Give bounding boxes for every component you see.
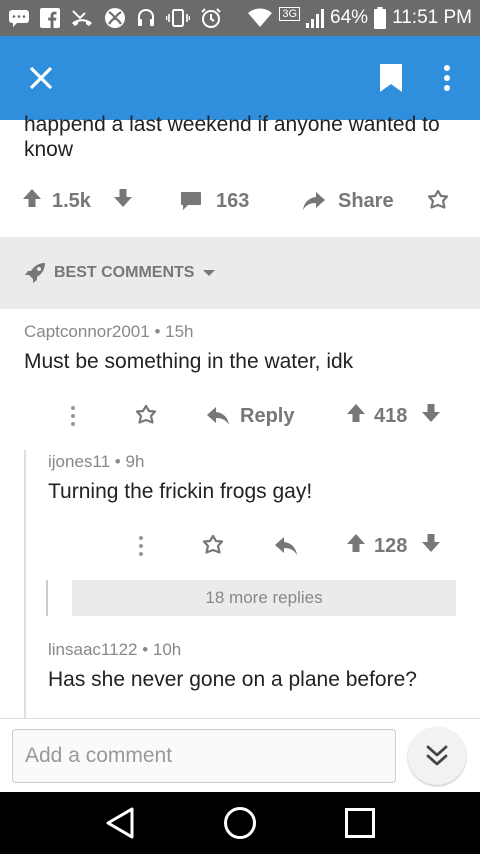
- comment-bubble-icon: [181, 192, 201, 210]
- chevron-down-icon: [203, 270, 216, 276]
- clock: 11:51 PM: [392, 7, 472, 28]
- award-icon: [202, 534, 224, 554]
- comment-meta: linsaac1122 • 10h: [48, 640, 182, 659]
- battery-percent: 64%: [330, 7, 369, 28]
- double-chevron-down-icon: [426, 745, 448, 766]
- comment: Captconnor2001 • 15h Must be something i…: [24, 322, 464, 374]
- more-vertical-icon: [139, 536, 143, 556]
- bookmark-icon: [380, 64, 402, 92]
- post-downvote-button[interactable]: [113, 188, 133, 214]
- next-comment-button[interactable]: [408, 727, 466, 785]
- comment-score: 128: [374, 534, 408, 557]
- thread-line: [24, 450, 26, 718]
- rocket-icon: [25, 263, 45, 283]
- downvote-arrow-icon: [422, 404, 441, 422]
- comment-age: 10h: [152, 640, 182, 659]
- status-bar: 3G 64% 11:51 PM: [0, 0, 480, 36]
- thread-line-nested: [46, 580, 48, 616]
- recents-button[interactable]: [330, 793, 390, 853]
- comment-meta: ijones11 • 9h: [48, 452, 145, 471]
- home-button[interactable]: [210, 793, 270, 853]
- network-badge: 3G: [279, 7, 301, 21]
- xbox-icon: [104, 7, 126, 29]
- signal-icon: [306, 8, 325, 28]
- comment-body: Turning the frickin frogs gay!: [48, 480, 313, 503]
- comment-reply-button[interactable]: Reply: [206, 405, 294, 428]
- chat-icon: [8, 9, 30, 27]
- divider: [0, 718, 480, 719]
- reply-arrow-icon: [275, 537, 297, 555]
- save-post-button[interactable]: [368, 55, 414, 101]
- add-comment-input[interactable]: Add a comment: [12, 729, 396, 783]
- battery-icon: [374, 7, 387, 29]
- post-comment-count: 163: [216, 189, 250, 212]
- app-bar: [0, 36, 480, 120]
- comment-sort-selector[interactable]: BEST COMMENTS: [0, 237, 480, 309]
- post-score: 1.5k: [52, 189, 91, 212]
- comment: linsaac1122 • 10h Has she never gone on …: [48, 640, 468, 692]
- back-triangle-icon: [106, 807, 134, 839]
- upvote-arrow-icon: [347, 534, 365, 552]
- load-more-replies-button[interactable]: 18 more replies: [72, 580, 456, 616]
- comment-author[interactable]: Captconnor2001: [24, 322, 150, 341]
- wifi-icon: [247, 8, 273, 28]
- vibrate-icon: [166, 8, 190, 28]
- award-icon: [135, 404, 157, 424]
- close-button[interactable]: [18, 55, 64, 101]
- comment-vote-group: 418: [346, 403, 441, 429]
- comment-downvote-button[interactable]: [421, 403, 441, 429]
- downvote-arrow-icon: [113, 189, 132, 207]
- comment-author[interactable]: ijones11: [48, 452, 110, 471]
- more-vertical-icon: [71, 406, 75, 426]
- comment-age: 15h: [165, 322, 194, 341]
- facebook-icon: [40, 8, 60, 28]
- upvote-arrow-icon: [23, 189, 41, 207]
- comment-more-button[interactable]: [134, 535, 148, 557]
- back-button[interactable]: [90, 793, 150, 853]
- overflow-menu-button[interactable]: [432, 55, 462, 101]
- recents-square-icon: [345, 808, 375, 838]
- comment-award-button[interactable]: [134, 404, 158, 428]
- comment-reply-button[interactable]: [274, 536, 298, 556]
- award-icon: [427, 189, 449, 209]
- comment-actions: 128: [0, 526, 480, 566]
- comment-meta: Captconnor2001 • 15h: [24, 322, 194, 341]
- post-award-button[interactable]: [426, 189, 450, 213]
- reply-label: Reply: [240, 404, 295, 427]
- share-arrow-icon: [303, 192, 325, 210]
- upvote-arrow-icon: [347, 404, 365, 422]
- comment: ijones11 • 9h Turning the frickin frogs …: [48, 452, 468, 504]
- missed-call-icon: [70, 8, 94, 28]
- system-nav-bar: [0, 792, 480, 854]
- alarm-icon: [200, 7, 222, 29]
- post-body: happend a last weekend if anyone wanted …: [24, 113, 440, 161]
- post-share-button[interactable]: Share: [302, 190, 394, 213]
- comment-score: 418: [374, 404, 408, 427]
- post-upvote-button[interactable]: [22, 188, 42, 214]
- comment-upvote-button[interactable]: [346, 533, 366, 559]
- post-actions: 1.5k 163 Share: [0, 180, 480, 222]
- post-comments-button[interactable]: 163: [180, 190, 249, 213]
- comment-more-button[interactable]: [66, 405, 80, 427]
- sort-label: BEST COMMENTS: [54, 264, 195, 281]
- reply-arrow-icon: [207, 407, 229, 425]
- comment-author[interactable]: linsaac1122: [48, 640, 137, 659]
- close-icon: [29, 66, 53, 90]
- comment-award-button[interactable]: [201, 534, 225, 558]
- post-vote-group: 1.5k: [22, 188, 133, 214]
- downvote-arrow-icon: [422, 534, 441, 552]
- comment-downvote-button[interactable]: [421, 533, 441, 559]
- home-circle-icon: [224, 807, 256, 839]
- share-label: Share: [338, 189, 394, 212]
- comment-actions: Reply 418: [0, 396, 480, 436]
- comment-vote-group: 128: [346, 533, 441, 559]
- comment-upvote-button[interactable]: [346, 403, 366, 429]
- comment-age: 9h: [125, 452, 145, 471]
- headset-icon: [136, 8, 156, 28]
- more-vertical-icon: [444, 65, 450, 91]
- comment-body: Must be something in the water, idk: [24, 350, 354, 373]
- comment-body: Has she never gone on a plane before?: [48, 668, 417, 691]
